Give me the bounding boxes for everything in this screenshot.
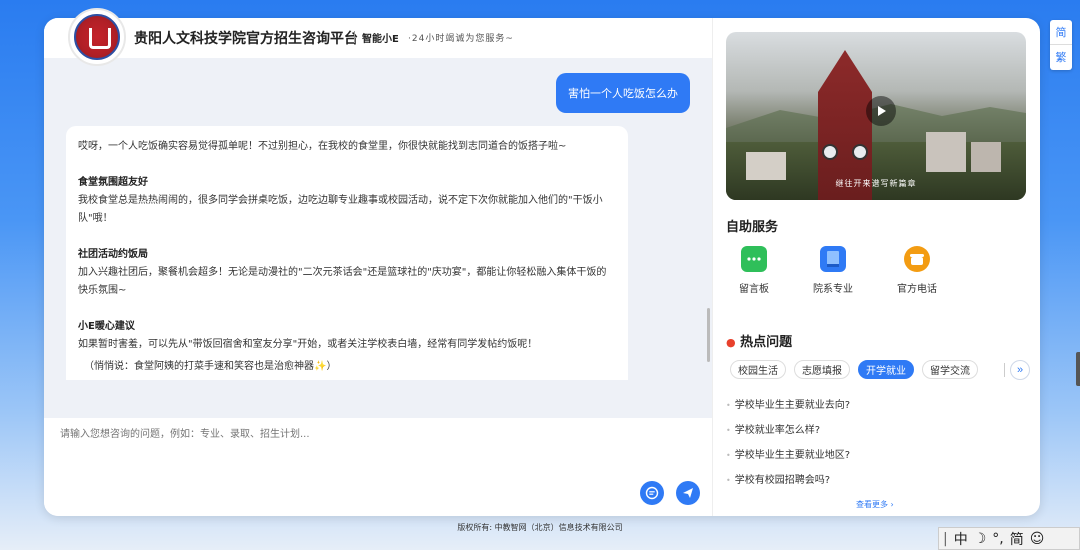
section-body: 我校食堂总是热热闹闹的，很多同学会拼桌吃饭，边吃边聊专业趣事或校园活动，说不定下… [78, 195, 603, 224]
video-building [971, 142, 1001, 172]
service-message-board[interactable]: 留言板 [729, 246, 779, 295]
language-switch: 简 繁 [1050, 20, 1072, 70]
ime-emoji-icon[interactable]: ☺ [1030, 531, 1045, 547]
tab-campus-life[interactable]: 校园生活 [730, 360, 786, 379]
hot-tabs: 校园生活 志愿填报 开学就业 留学交流 [730, 360, 978, 380]
bot-intro: 哎呀，一个人吃饭确实容易觉得孤单呢！不过别担心，在我校的食堂里，你很快就能找到志… [78, 141, 567, 152]
ime-moon-icon[interactable]: ☽ [974, 531, 987, 547]
footer-copyright: 版权所有: 中教智网（北京）信息技术有限公司 [457, 523, 623, 532]
hot-question[interactable]: 学校毕业生主要就业地区? [726, 446, 850, 461]
message-board-icon [741, 246, 767, 272]
ime-punctuation[interactable]: °, [992, 531, 1003, 547]
header-subtitle: ·24小时竭诚为您服务~ [408, 34, 514, 44]
service-departments[interactable]: 院系专业 [808, 246, 858, 295]
clock-face [822, 144, 838, 160]
send-button[interactable] [676, 481, 700, 505]
ime-chinese-mode[interactable]: 中 [954, 529, 968, 549]
question-input[interactable] [60, 424, 620, 444]
hot-questions-title: 热点问题 [740, 335, 793, 350]
service-label: 留言板 [739, 284, 769, 295]
tab-application[interactable]: 志愿填报 [794, 360, 850, 379]
section-body: 如果暂时害羞，可以先从"带饭回宿舍和室友分享"开始，或者关注学校表白墙，经常有同… [78, 339, 538, 350]
chat-bubble-icon [645, 486, 659, 500]
chat-scrollbar[interactable] [707, 308, 710, 362]
assistant-brand: 智能小E [362, 34, 399, 45]
phone-icon [904, 246, 930, 272]
main-card: 贵阳人文科技学院官方招生咨询平台 智能小E ·24小时竭诚为您服务~ 害怕一个人… [44, 18, 1040, 516]
ime-grip[interactable]: | [943, 531, 948, 547]
hot-question[interactable]: 学校就业率怎么样? [726, 421, 820, 436]
bot-note: （悄悄说：食堂阿姨的打菜手速和笑容也是治愈神器✨） [84, 361, 337, 372]
video-caption: 继往开来谱写新篇章 [835, 179, 917, 188]
section-title: 食堂氛围超友好 [78, 177, 148, 188]
clock-face [852, 144, 868, 160]
self-service-title: 自助服务 [726, 220, 779, 235]
bot-message: 哎呀，一个人吃饭确实容易觉得孤单呢！不过别担心，在我校的食堂里，你很快就能找到志… [66, 126, 628, 380]
fire-icon: ● [726, 336, 736, 349]
play-button[interactable] [866, 96, 896, 126]
side-drawer-handle[interactable] [1076, 352, 1080, 386]
campus-video[interactable]: 继往开来谱写新篇章 [726, 32, 1026, 200]
section-title: 社团活动约饭局 [78, 249, 148, 260]
header: 贵阳人文科技学院官方招生咨询平台 智能小E ·24小时竭诚为您服务~ [44, 18, 712, 58]
simplified-chinese-button[interactable]: 简 [1050, 20, 1072, 44]
header-divider [354, 31, 355, 43]
page-title: 贵阳人文科技学院官方招生咨询平台 [134, 31, 358, 47]
tabs-next-button[interactable]: » [1010, 360, 1030, 380]
hot-question[interactable]: 学校有校园招聘会吗? [726, 471, 830, 486]
traditional-chinese-button[interactable]: 繁 [1050, 44, 1072, 68]
section-title: 小E暖心建议 [78, 321, 135, 332]
bot-section: 社团活动约饭局 加入兴趣社团后，聚餐机会超多！无论是动漫社的"二次元茶话会"还是… [78, 246, 616, 300]
bot-section: 小E暖心建议 如果暂时害羞，可以先从"带饭回宿舍和室友分享"开始，或者关注学校表… [78, 318, 616, 354]
service-phone[interactable]: 官方电话 [892, 246, 942, 295]
bot-section: 食堂氛围超友好 我校食堂总是热热闹闹的，很多同学会拼桌吃饭，边吃边聊专业趣事或校… [78, 174, 616, 228]
ime-toolbar: | 中 ☽ °, 简 ☺ [938, 527, 1080, 550]
play-icon [878, 106, 886, 116]
ime-simplified[interactable]: 简 [1010, 529, 1024, 549]
hot-question[interactable]: 学校毕业生主要就业去向? [726, 396, 850, 411]
double-chevron-right-icon: » [1016, 364, 1024, 376]
video-building [746, 152, 786, 180]
chat-bubble-button[interactable] [640, 481, 664, 505]
book-icon [820, 246, 846, 272]
service-label: 院系专业 [813, 284, 853, 295]
tab-divider [1004, 363, 1005, 377]
school-emblem [74, 14, 120, 60]
hot-questions-header: ● 热点问题 [726, 331, 792, 350]
tab-employment[interactable]: 开学就业 [858, 360, 914, 379]
service-label: 官方电话 [897, 284, 937, 295]
school-logo [68, 8, 126, 66]
section-body: 加入兴趣社团后，聚餐机会超多！无论是动漫社的"二次元茶话会"还是篮球社的"庆功宴… [78, 267, 607, 296]
send-icon [683, 488, 693, 498]
chat-panel[interactable]: 害怕一个人吃饭怎么办 哎呀，一个人吃饭确实容易觉得孤单呢！不过别担心，在我校的食… [44, 58, 712, 418]
tab-study-abroad[interactable]: 留学交流 [922, 360, 978, 379]
input-area [44, 418, 712, 516]
user-message: 害怕一个人吃饭怎么办 [556, 73, 690, 113]
see-more-link[interactable]: 查看更多 › [856, 499, 894, 510]
video-building [926, 132, 966, 172]
panel-divider [712, 18, 713, 516]
